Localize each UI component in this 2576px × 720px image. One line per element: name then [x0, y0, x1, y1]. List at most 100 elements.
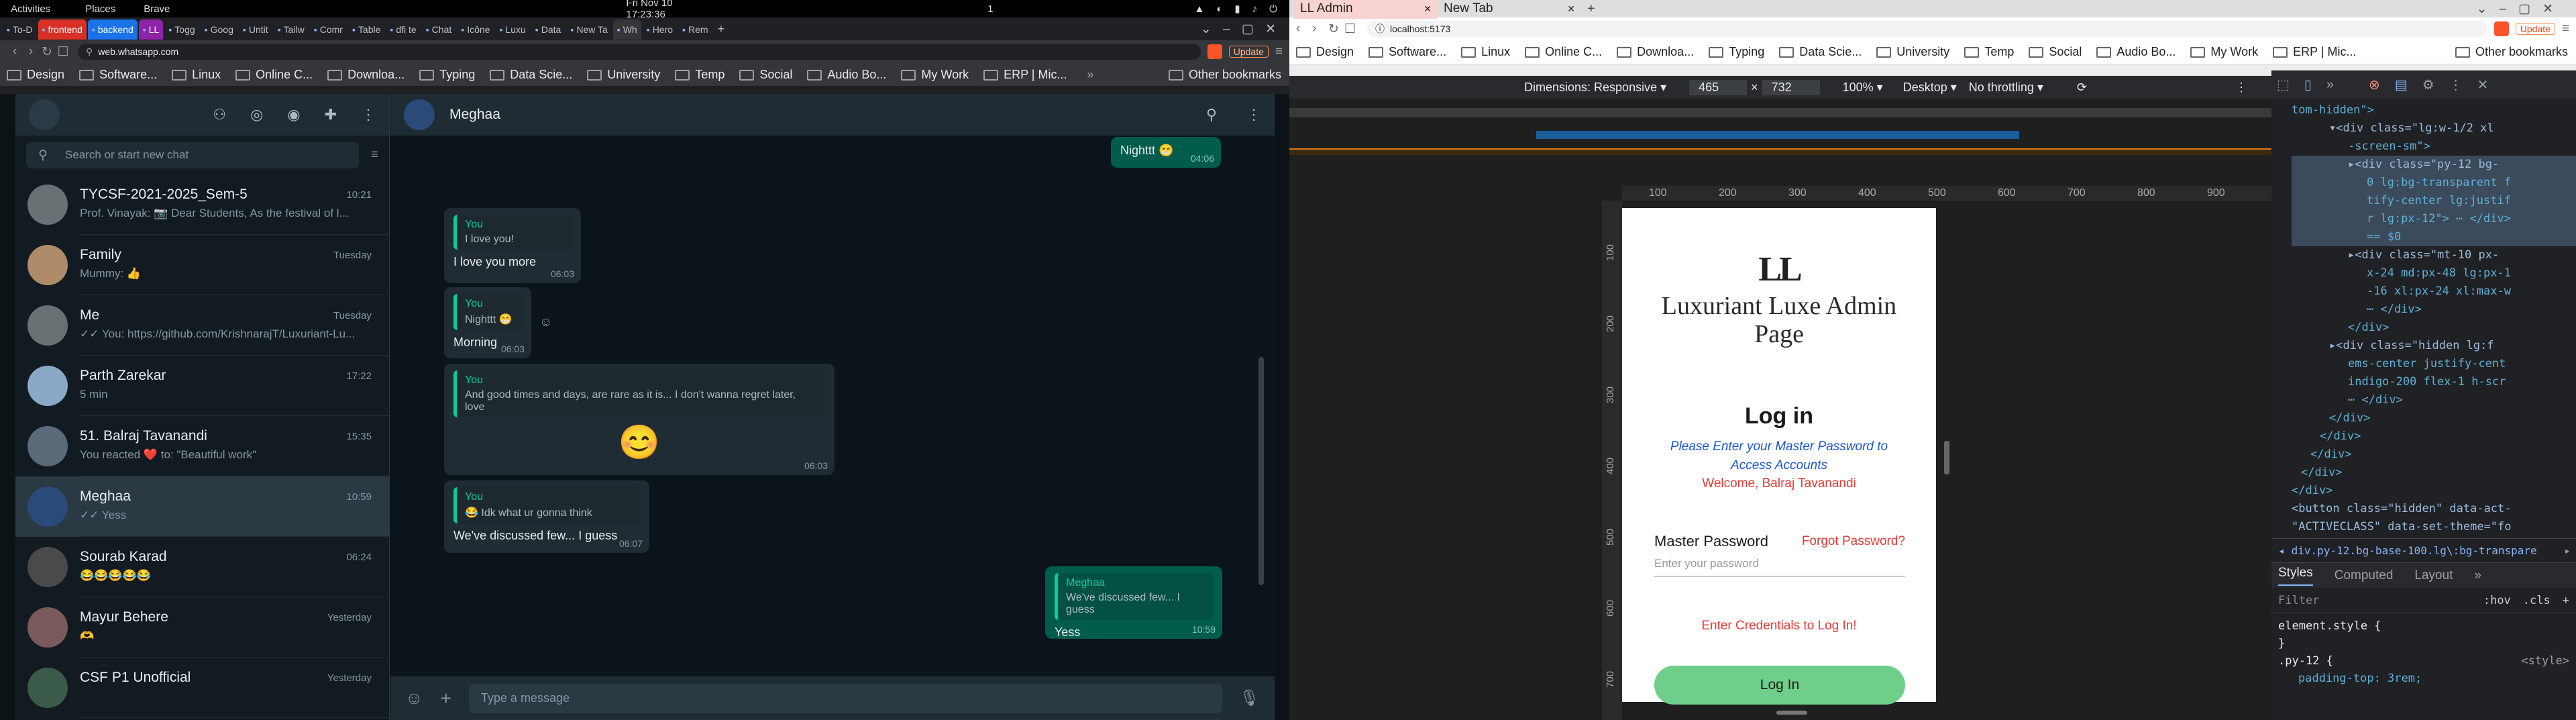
filter-icon[interactable]: ≡ — [371, 148, 378, 162]
bookmark-2[interactable]: Linux — [1461, 45, 1510, 59]
bookmark-3[interactable]: Online C... — [1525, 45, 1602, 59]
new-tab-icon[interactable]: + — [1587, 1, 1595, 17]
quoted-message[interactable]: You 😂 Idk what ur gonna think — [453, 487, 640, 523]
device-select[interactable]: Desktop ▾ — [1903, 81, 1957, 95]
message-input[interactable]: Type a message — [468, 683, 1222, 713]
bookmark-6[interactable]: Data Scie... — [490, 68, 572, 82]
bookmark-1[interactable]: Software... — [79, 68, 157, 82]
media-query-highlight[interactable] — [1536, 131, 2019, 139]
styles-filter-input[interactable]: Filter — [2278, 594, 2483, 607]
dom-node-line[interactable]: </div> — [2292, 409, 2576, 427]
tab-5[interactable]: ▪ Goog — [200, 19, 237, 40]
style-line[interactable]: .py-12 { — [2278, 652, 2333, 670]
bookmark-6[interactable]: Data Scie... — [1779, 45, 1862, 59]
status-icon[interactable]: ◎ — [250, 106, 263, 123]
width-input[interactable]: 465 — [1689, 79, 1748, 95]
back-icon[interactable]: ‹ — [1296, 21, 1312, 36]
bookmark-9[interactable]: Social — [2029, 45, 2082, 59]
bookmark-3[interactable]: Online C... — [235, 68, 313, 82]
dom-node-line[interactable]: </div> — [2292, 319, 2576, 337]
bookmark-1[interactable]: Software... — [1368, 45, 1446, 59]
chat-item[interactable]: Parth Zarekar 17:22 5 min — [15, 356, 389, 416]
chat-item[interactable]: Me Tuesday ✓✓ You: https://github.com/Kris… — [15, 295, 389, 356]
tab-10[interactable]: ▪ dfi te — [386, 19, 421, 40]
dom-node-line[interactable]: ⋯ </div> — [2292, 391, 2576, 409]
forward-icon[interactable]: › — [1312, 21, 1328, 36]
avatar[interactable] — [28, 607, 68, 648]
quoted-message[interactable]: You I love you! — [453, 215, 572, 250]
chat-item[interactable]: Family Tuesday Mummy: 👍 — [15, 235, 389, 295]
dom-node-line[interactable]: 0 lg:bg-transparent f — [2292, 174, 2576, 192]
window-controls[interactable]: ⌄ – ▢ ✕ — [1201, 21, 1280, 37]
inspect-icon[interactable]: ⬚ — [2277, 76, 2290, 93]
brave-shields-icon[interactable] — [2493, 21, 2509, 36]
tab-18[interactable]: ▪ Rem — [678, 19, 712, 40]
places-menu[interactable]: Places — [85, 3, 115, 15]
dimensions-select[interactable]: Dimensions: Responsive ▾ — [1524, 81, 1666, 95]
breadcrumb-left-icon[interactable]: ◂ — [2278, 544, 2285, 557]
avatar[interactable] — [28, 547, 68, 587]
dom-node-line[interactable]: </div> — [2292, 427, 2576, 446]
message-bubble[interactable]: You Nighttt 😁 Morning 06:03 — [444, 287, 531, 358]
tab-0[interactable]: ▪ To-D — [3, 19, 37, 40]
dom-node-line[interactable]: indigo-200 flex-1 h-scr — [2292, 373, 2576, 391]
new-tab-icon[interactable]: + — [718, 22, 725, 36]
site-info-icon[interactable]: ⓘ — [1375, 22, 1385, 36]
bookmark-8[interactable]: Temp — [1964, 45, 2014, 59]
site-info-icon[interactable]: ⚲ — [86, 46, 93, 58]
tab-3[interactable]: ▪ LL — [138, 19, 164, 40]
menu-icon[interactable]: ⋮ — [1246, 106, 1261, 123]
hov-toggle[interactable]: :hov — [2483, 594, 2511, 607]
avatar[interactable] — [28, 305, 68, 346]
breadcrumb-right-icon[interactable]: ▸ — [2564, 544, 2571, 557]
tab-9[interactable]: ▪ Table — [347, 19, 385, 40]
dom-node-line[interactable]: "ACTIVECLASS" data-set-theme="fo — [2292, 518, 2576, 536]
bookmarks-overflow-icon[interactable]: » — [1087, 68, 1093, 82]
zoom-select[interactable]: 100% ▾ — [1843, 81, 1883, 95]
bookmark-8[interactable]: Temp — [675, 68, 724, 82]
devtools-tab-computed[interactable]: Computed — [2334, 568, 2394, 583]
window-controls[interactable]: ⌄–▢✕ — [2477, 1, 2565, 17]
height-input[interactable]: 732 — [1762, 79, 1820, 95]
tab-16[interactable]: ▪ Wh — [612, 19, 641, 40]
attach-icon[interactable]: + — [441, 688, 451, 709]
update-button[interactable]: Update — [2515, 23, 2555, 35]
style-source-link[interactable]: <style> — [2521, 652, 2569, 670]
conversation-header[interactable]: Meghaa ⚲ ⋮ — [390, 94, 1275, 136]
message-bubble[interactable]: You 😂 Idk what ur gonna think We've disc… — [444, 480, 649, 553]
other-bookmarks[interactable]: Other bookmarks — [2455, 45, 2568, 59]
bookmark-7[interactable]: University — [587, 68, 660, 82]
more-tabs-icon[interactable]: » — [2474, 568, 2481, 583]
chat-item[interactable]: Sourab Karad 06:24 😂😂😂😂😂 — [15, 537, 389, 597]
tab-7[interactable]: ▪ Tailw — [273, 19, 309, 40]
dom-node-line[interactable]: ⋯ </div> — [2292, 301, 2576, 319]
dom-node-line[interactable]: </div> — [2292, 446, 2576, 464]
dom-node-line[interactable]: <button class="hidden" data-act- — [2292, 500, 2576, 518]
channels-icon[interactable]: ◉ — [287, 106, 300, 123]
dom-node-line[interactable]: r lg:px-12"> ⋯ </div> — [2292, 210, 2576, 228]
address-bar[interactable]: ⚲ web.whatsapp.com — [78, 44, 1201, 60]
error-icon[interactable]: ⊗ — [2369, 76, 2380, 93]
message-bubble[interactable]: You And good times and days, are rare as… — [444, 364, 835, 475]
react-emoji-icon[interactable]: ☺ — [539, 315, 552, 330]
browser-app-menu[interactable]: Brave — [144, 3, 170, 15]
bookmark-9[interactable]: Social — [739, 68, 792, 82]
dom-node-line[interactable]: x-24 md:px-48 lg:px-1 — [2292, 264, 2576, 282]
dom-node-line[interactable]: ems-center justify-cent — [2292, 355, 2576, 373]
tab-12[interactable]: ▪ Icône — [457, 19, 494, 40]
close-tab-icon[interactable]: ✕ — [1424, 3, 1432, 15]
search-box[interactable]: ⚲ Search or start new chat — [26, 142, 359, 168]
settings-gear-icon[interactable]: ⚙ — [2422, 76, 2434, 93]
breadcrumb-text[interactable]: div.py-12.bg-base-100.lg\:bg-transpare — [2292, 544, 2537, 557]
tab-ll-admin[interactable]: LL Admin ✕ — [1293, 0, 1437, 19]
tab-15[interactable]: ▪ New Ta — [566, 19, 612, 40]
avatar[interactable] — [28, 486, 68, 527]
cls-toggle[interactable]: .cls — [2523, 594, 2551, 607]
microphone-icon[interactable]: 🎙 — [1240, 688, 1260, 708]
message-icon[interactable]: ▤ — [2395, 76, 2408, 93]
other-bookmarks[interactable]: Other bookmarks — [1168, 68, 1281, 82]
avatar[interactable] — [28, 185, 68, 225]
bookmark-5[interactable]: Typing — [1709, 45, 1764, 59]
dom-node-line[interactable]: ▾<div class="lg:w-1/2 xl — [2292, 119, 2576, 138]
bookmark-icon[interactable]: ☐ — [55, 44, 71, 60]
